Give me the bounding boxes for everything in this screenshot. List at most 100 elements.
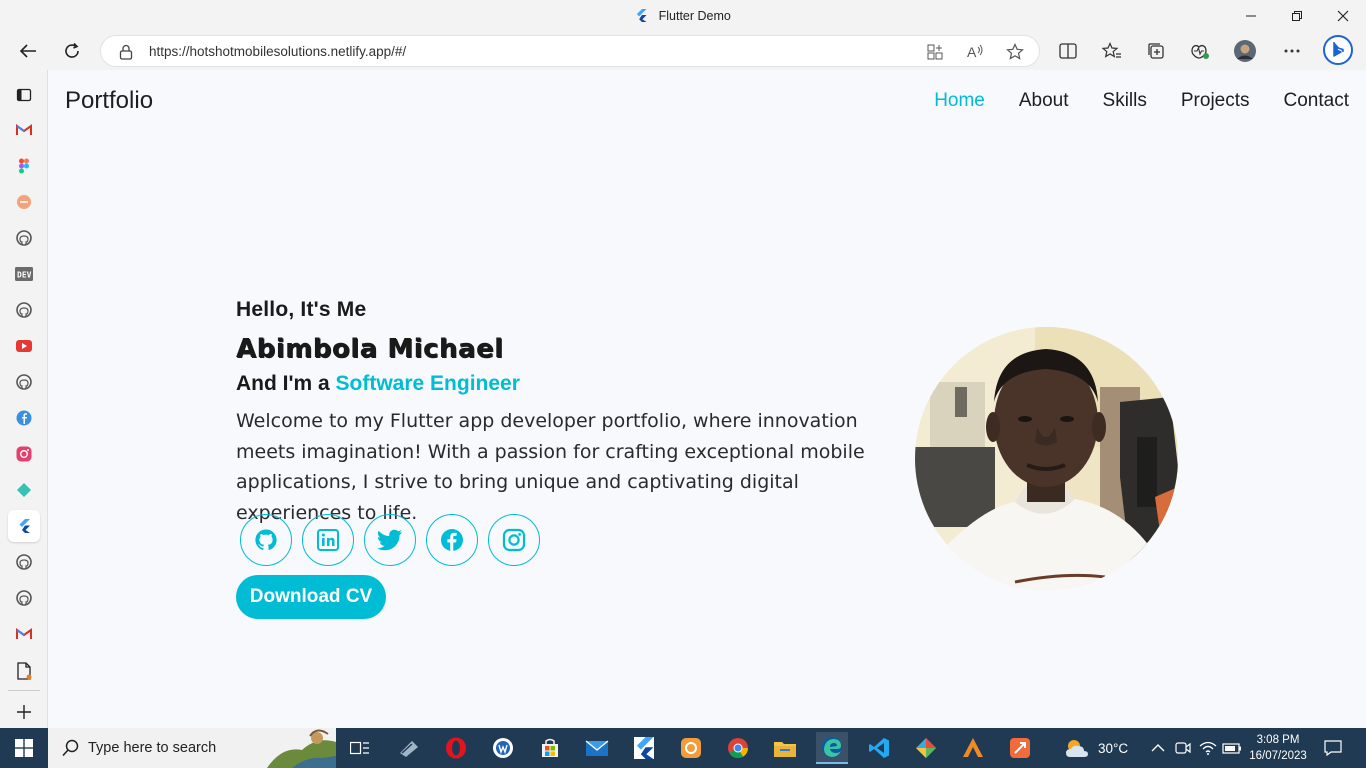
windows-taskbar: Type here to search 30°C 3:08 PM 16/07/2…: [0, 728, 1366, 768]
site-brand[interactable]: Portfolio: [65, 87, 153, 115]
more-options-icon[interactable]: [1276, 35, 1308, 67]
chevron-up-icon: [1151, 744, 1165, 752]
weather-cloud-icon: [1066, 740, 1088, 757]
sidebar-divider: [8, 690, 40, 691]
facebook-icon: [441, 529, 463, 551]
github-icon[interactable]: [12, 586, 36, 610]
mail-icon[interactable]: [581, 732, 613, 764]
bing-icon[interactable]: [1322, 34, 1354, 66]
clock-time: 3:08 PM: [1256, 734, 1300, 746]
favorite-star-icon[interactable]: [1004, 42, 1026, 62]
address-bar[interactable]: https://hotshotmobilesolutions.netlify.a…: [100, 35, 1040, 67]
app-orange-icon[interactable]: [675, 732, 707, 764]
performance-icon[interactable]: [1184, 35, 1216, 67]
github-icon: [255, 529, 277, 551]
collections-icon[interactable]: [1140, 35, 1172, 67]
gmail-icon[interactable]: [12, 118, 36, 142]
edge-icon[interactable]: [816, 732, 848, 764]
taskbar-clock[interactable]: 3:08 PM 16/07/2023: [1242, 732, 1314, 764]
github-icon[interactable]: [12, 550, 36, 574]
flutter-icon[interactable]: [628, 732, 660, 764]
file-explorer-icon[interactable]: [769, 732, 801, 764]
github-icon[interactable]: [12, 370, 36, 394]
gmail-icon[interactable]: [12, 622, 36, 646]
meet-now-icon[interactable]: [1175, 728, 1191, 768]
add-icon[interactable]: [12, 700, 36, 724]
restore-button[interactable]: [1274, 0, 1320, 32]
nav-projects[interactable]: Projects: [1181, 90, 1250, 112]
taskbar-search-box[interactable]: Type here to search: [48, 728, 336, 768]
linkedin-icon: [317, 529, 339, 551]
intro-description: Welcome to my Flutter app developer port…: [236, 410, 865, 524]
search-highlight-icon: [267, 729, 336, 768]
role-prefix: And I'm a: [236, 372, 330, 395]
svg-text:DEV: DEV: [17, 271, 32, 280]
nav-skills[interactable]: Skills: [1103, 90, 1147, 112]
tab-actions-icon[interactable]: [12, 83, 36, 107]
browser-toolbar: https://hotshotmobilesolutions.netlify.a…: [0, 32, 1366, 70]
nav-contact[interactable]: Contact: [1284, 90, 1349, 112]
youtube-icon[interactable]: [12, 334, 36, 358]
download-cv-button[interactable]: Download CV: [236, 575, 386, 619]
hero-section: Hello, It's Me Abimbola Michael And I'm …: [236, 298, 906, 528]
instagram-icon: [502, 528, 526, 552]
browser-sidebar: DEV: [0, 70, 48, 728]
opera-icon[interactable]: [440, 732, 472, 764]
app-blue-icon[interactable]: [487, 732, 519, 764]
back-icon[interactable]: [12, 35, 44, 67]
search-placeholder[interactable]: Type here to search: [88, 740, 216, 756]
instagram-link[interactable]: [488, 514, 540, 566]
owner-name: Abimbola Michael: [236, 334, 504, 364]
close-button[interactable]: [1320, 0, 1366, 32]
svg-text:A: A: [967, 44, 977, 60]
chrome-icon[interactable]: [722, 732, 754, 764]
weather-widget[interactable]: 30°C: [1064, 728, 1128, 768]
twitter-link[interactable]: [364, 514, 416, 566]
task-view-icon[interactable]: [344, 732, 376, 764]
github-link[interactable]: [240, 514, 292, 566]
twitter-icon: [377, 529, 402, 551]
microsoft-store-icon[interactable]: [534, 732, 566, 764]
facebook-icon[interactable]: [12, 406, 36, 430]
nav-home[interactable]: Home: [934, 90, 985, 112]
github-icon[interactable]: [12, 226, 36, 250]
show-hidden-icons[interactable]: [1151, 728, 1165, 768]
minimize-button[interactable]: [1228, 0, 1274, 32]
figma-icon[interactable]: [12, 154, 36, 178]
app-diamond-icon[interactable]: [910, 732, 942, 764]
profile-avatar[interactable]: [1229, 35, 1261, 67]
instagram-icon[interactable]: [12, 442, 36, 466]
lock-icon[interactable]: [119, 44, 133, 65]
favorites-icon[interactable]: [1096, 35, 1128, 67]
wifi-icon[interactable]: [1199, 728, 1217, 768]
github-icon[interactable]: [12, 298, 36, 322]
greeting: Hello, It's Me: [236, 298, 367, 321]
weather-temp: 30°C: [1098, 740, 1129, 756]
site-nav: Home About Skills Projects Contact: [934, 90, 1349, 112]
url-text[interactable]: https://hotshotmobilesolutions.netlify.a…: [149, 44, 406, 59]
app-orange-icon[interactable]: [12, 190, 36, 214]
vscode-icon[interactable]: [863, 732, 895, 764]
file-icon[interactable]: [12, 659, 36, 683]
social-links: [240, 514, 540, 566]
postman-icon[interactable]: [1004, 732, 1036, 764]
read-aloud-icon[interactable]: A: [964, 42, 986, 62]
refresh-icon[interactable]: [56, 35, 88, 67]
app-teal-icon[interactable]: [12, 478, 36, 502]
windows-start-icon[interactable]: [0, 728, 48, 768]
split-screen-icon[interactable]: [1052, 35, 1084, 67]
app-tool-icon[interactable]: [393, 732, 425, 764]
flutter-icon[interactable]: [8, 510, 40, 542]
nav-about[interactable]: About: [1019, 90, 1069, 112]
dev-to-icon[interactable]: DEV: [12, 262, 36, 286]
app-orange-rocket-icon[interactable]: [957, 732, 989, 764]
facebook-link[interactable]: [426, 514, 478, 566]
app-available-icon[interactable]: [924, 42, 946, 62]
notifications-icon[interactable]: [1324, 728, 1342, 768]
role-line: And I'm a Software Engineer: [236, 372, 906, 396]
profile-photo: [915, 327, 1178, 590]
linkedin-link[interactable]: [302, 514, 354, 566]
battery-icon[interactable]: [1222, 728, 1242, 768]
role-title: Software Engineer: [335, 372, 520, 395]
clock-date: 16/07/2023: [1249, 750, 1307, 762]
